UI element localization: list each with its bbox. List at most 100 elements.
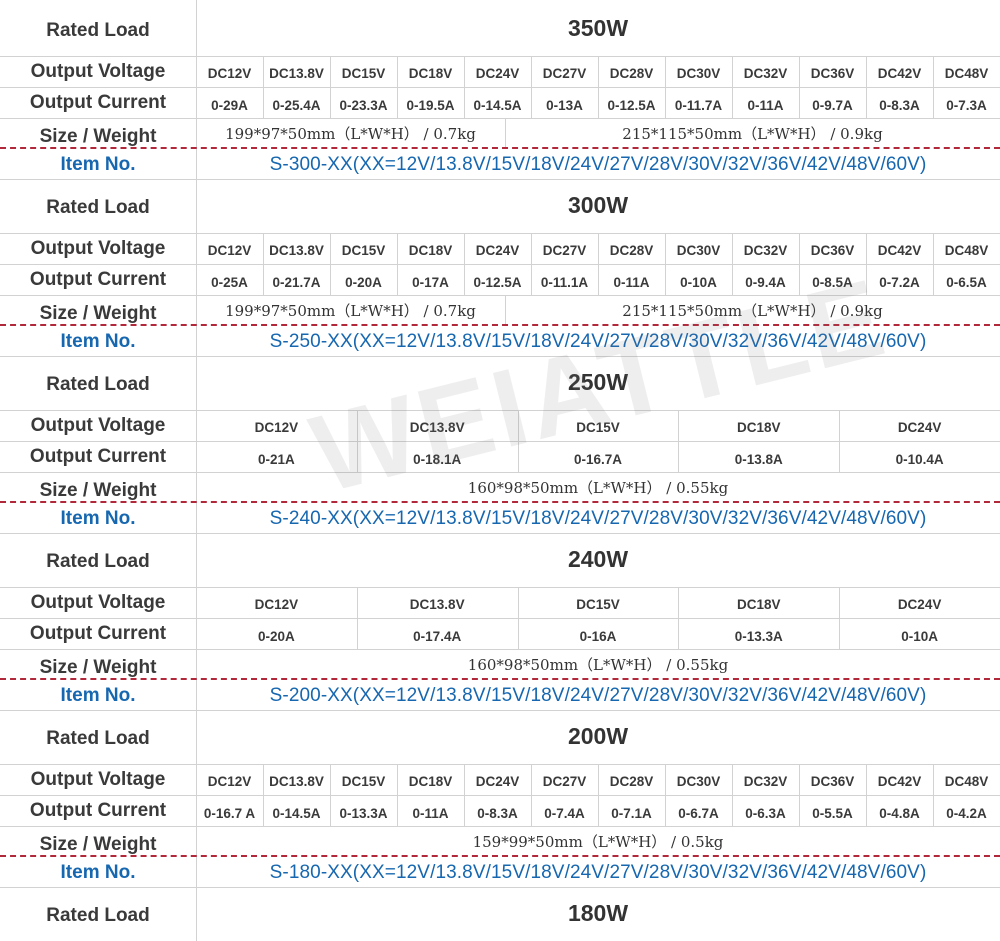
output-voltage-cell: DC15V (341, 773, 386, 789)
output-voltage-cell: DC27V (542, 242, 587, 258)
grid-line (517, 410, 519, 441)
item-no-label: Item No. (60, 507, 136, 529)
output-voltage-cell: DC48V (944, 773, 989, 789)
grid-line (531, 233, 532, 264)
grid-line (732, 87, 733, 118)
output-voltage-cell: DC15V (576, 419, 620, 435)
output-voltage-cell: DC12V (254, 596, 299, 612)
rated-load-label: Rated Load (46, 20, 150, 41)
output-current-cell: 0-8.3A (477, 806, 518, 821)
spec-block: Rated Load 240W Output Voltage DC12V DC13.8V… (0, 531, 1000, 711)
grid-line (598, 764, 599, 795)
output-voltage-row: Output Voltage DC12V DC13.8V DC15V DC18V DC24… (0, 233, 1000, 264)
output-current-row: Output Current 0-16.7 A 0-14.5A 0-13.3A 0-11… (0, 795, 1000, 826)
output-voltage-cell: DC18V (737, 596, 781, 612)
grid-line (196, 295, 197, 326)
grid-line (866, 56, 867, 87)
output-current-cell: 0-6.5A (946, 275, 987, 290)
output-voltage-row: Output Voltage DC12V DC13.8V DC15V DC18V DC24… (0, 764, 1000, 795)
item-no-value: S-180-XX(XX=12V/13.8V/15V/18V/24V/27V/28… (269, 861, 927, 883)
grid-line (839, 587, 841, 618)
grid-line (263, 264, 264, 295)
grid-line (263, 795, 264, 826)
spec-block: Rated Load 300W Output Voltage DC12V DC13.8V… (0, 177, 1000, 357)
grid-line (397, 795, 398, 826)
rated-load-value: 180W (567, 899, 629, 926)
grid-line (517, 587, 519, 618)
output-voltage-cell: DC12V (207, 65, 252, 81)
output-voltage-cells: DC12V DC13.8V DC15V DC18V DC24V (196, 587, 1000, 618)
output-voltage-cell: DC15V (576, 596, 620, 612)
output-voltage-label: Output Voltage (30, 768, 166, 790)
grid-line (598, 56, 599, 87)
grid-line (732, 795, 733, 826)
grid-line (799, 233, 800, 264)
output-current-row: Output Current 0-29A 0-25.4A 0-23.3A 0-19.5A… (0, 87, 1000, 118)
grid-line (933, 233, 934, 264)
grid-line (196, 264, 197, 295)
output-voltage-cell: DC48V (944, 242, 989, 258)
grid-line (505, 295, 506, 326)
grid-line (839, 618, 841, 649)
grid-line (732, 764, 733, 795)
output-current-cell: 0-11.7A (674, 98, 723, 113)
item-no-row: Item No. S-200-XX(XX=12V/13.8V/15V/18V/24… (0, 680, 1000, 711)
spec-sheet: Rated Load 350W Output Voltage DC12V DC13.8V… (0, 0, 1000, 941)
grid-line (531, 87, 532, 118)
output-current-cells: 0-21A 0-18.1A 0-16.7A 0-13.8A 0-10.4A (196, 441, 1000, 472)
output-current-cell: 0-7.3A (946, 98, 987, 113)
output-current-cell: 0-25A (211, 275, 248, 290)
grid-line (665, 56, 666, 87)
output-current-cell: 0-9.7A (812, 98, 853, 113)
output-current-cell: 0-10.4A (895, 452, 944, 467)
grid-line (505, 118, 506, 149)
output-voltage-cell: DC42V (877, 773, 922, 789)
grid-line (464, 56, 465, 87)
output-voltage-row: Output Voltage DC12V DC13.8V DC15V DC18V DC24… (0, 410, 1000, 441)
grid-line (866, 795, 867, 826)
size-weight-row: Size / Weight 159*99*50mm（L*W*H） / 0.5kg (0, 826, 1000, 857)
grid-line (196, 587, 197, 618)
rated-load-label: Rated Load (46, 374, 150, 395)
output-current-cell: 0-11.1A (540, 275, 589, 290)
output-voltage-cell: DC36V (810, 773, 855, 789)
grid-line (397, 264, 398, 295)
output-current-cell: 0-23.3A (339, 98, 388, 113)
output-voltage-label: Output Voltage (30, 414, 166, 436)
grid-line (330, 264, 331, 295)
grid-line (196, 472, 197, 503)
grid-line (196, 118, 197, 149)
grid-line (356, 618, 358, 649)
output-voltage-cell: DC48V (944, 65, 989, 81)
output-current-label: Output Current (29, 91, 167, 113)
output-voltage-cell: DC36V (810, 65, 855, 81)
grid-line (839, 441, 841, 472)
output-voltage-cell: DC15V (341, 65, 386, 81)
grid-line (196, 649, 197, 680)
size-weight-value: 199*97*50mm（L*W*H） / 0.7kg (225, 125, 476, 143)
grid-line (464, 764, 465, 795)
rated-load-value: 250W (567, 368, 629, 395)
rated-load-value: 350W (567, 14, 629, 41)
output-current-cell: 0-10A (901, 629, 938, 644)
grid-line (196, 708, 197, 764)
grid-line (839, 410, 841, 441)
output-voltage-label: Output Voltage (30, 591, 166, 613)
grid-line (263, 87, 264, 118)
output-current-cell: 0-13.3A (339, 806, 388, 821)
grid-line (517, 441, 519, 472)
item-no-value: S-300-XX(XX=12V/13.8V/15V/18V/24V/27V/28… (269, 153, 927, 175)
output-current-cell: 0-13A (546, 98, 583, 113)
grid-line (397, 233, 398, 264)
output-current-cell: 0-8.3A (879, 98, 920, 113)
output-voltage-cell: DC13.8V (269, 65, 324, 81)
spec-block: Rated Load 180W (0, 885, 1000, 941)
output-current-row: Output Current 0-20A 0-17.4A 0-16A 0-13.3A 0-… (0, 618, 1000, 649)
output-current-cell: 0-16A (579, 629, 617, 644)
grid-line (866, 764, 867, 795)
grid-line (330, 764, 331, 795)
output-voltage-cell: DC32V (743, 242, 788, 258)
output-current-cell: 0-16.7 A (203, 806, 256, 821)
grid-line (196, 326, 197, 357)
rated-load-value: 300W (567, 191, 629, 218)
